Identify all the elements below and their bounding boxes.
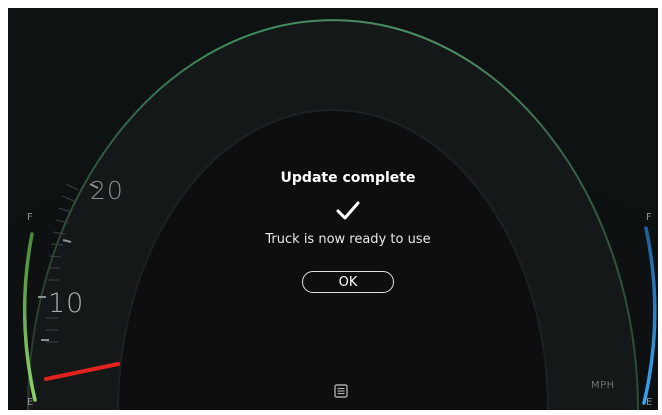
temp-empty-label: E — [646, 397, 653, 408]
dialog-message: Truck is now ready to use — [265, 232, 431, 247]
speed-unit-label: MPH — [591, 380, 615, 391]
speed-label-10: 10 — [48, 288, 85, 319]
checkmark-icon — [336, 201, 360, 220]
update-complete-dialog: Update complete Truck is now ready to us… — [223, 168, 473, 293]
fuel-full-label: F — [27, 212, 33, 223]
fuel-empty-label: E — [27, 397, 34, 408]
instrument-cluster-screen: 20 10 F E F E MPH Update complete Truck … — [8, 8, 658, 410]
dialog-title: Update complete — [280, 170, 416, 186]
ok-button[interactable]: OK — [302, 271, 394, 293]
menu-icon[interactable] — [334, 384, 348, 398]
speed-label-20: 20 — [90, 176, 124, 205]
temp-full-label: F — [646, 212, 652, 223]
